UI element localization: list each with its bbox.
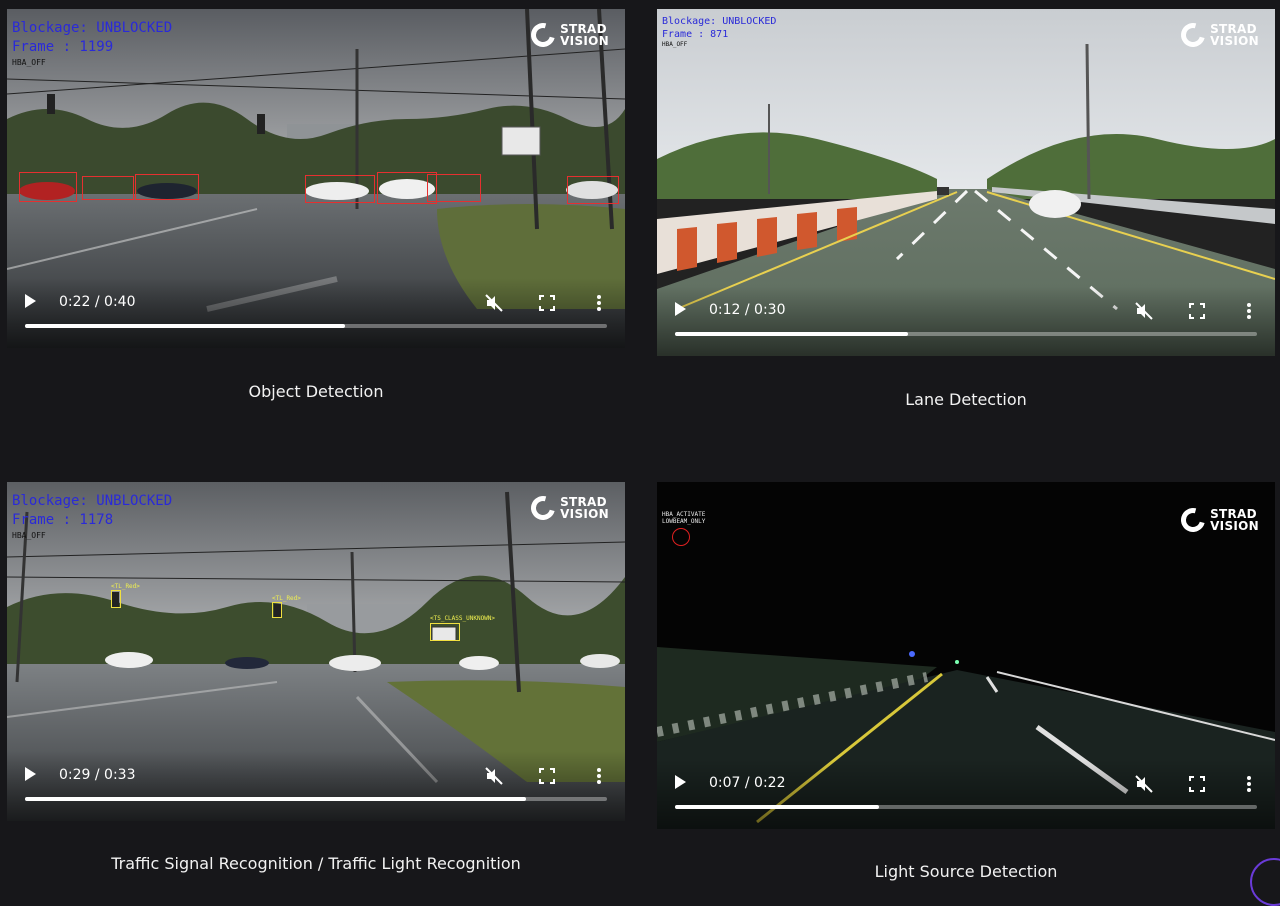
more-options-icon[interactable] xyxy=(1247,776,1251,792)
progress-fill xyxy=(25,324,345,328)
stradvision-logo: STRADVISION xyxy=(1181,23,1259,47)
more-options-icon[interactable] xyxy=(1247,303,1251,319)
detection-box xyxy=(427,174,481,202)
fullscreen-icon[interactable] xyxy=(539,768,555,784)
stradvision-logo: STRADVISION xyxy=(1181,508,1259,532)
detection-box xyxy=(19,172,77,202)
blockage-status: Blockage: UNBLOCKED xyxy=(662,17,776,27)
traffic-light-label: <TL_Red> xyxy=(272,595,301,602)
video-caption: Light Source Detection xyxy=(657,862,1275,881)
logo-icon xyxy=(527,492,560,525)
logo-icon xyxy=(527,19,560,52)
video-caption: Lane Detection xyxy=(657,390,1275,409)
video-player[interactable]: Blockage: UNBLOCKED Frame : 871 HBA_OFF … xyxy=(657,9,1275,356)
video-player[interactable]: <TL_Red> <TL_Red> <TS_CLASS_UNKNOWN> Blo… xyxy=(7,482,625,821)
traffic-sign-box xyxy=(430,623,460,641)
progress-bar[interactable] xyxy=(675,805,1257,809)
detection-box xyxy=(135,174,199,200)
video-player[interactable]: Blockage: UNBLOCKED Frame : 1199 HBA_OFF… xyxy=(7,9,625,348)
fullscreen-icon[interactable] xyxy=(1189,303,1205,319)
progress-fill xyxy=(25,797,526,801)
detection-box xyxy=(82,176,134,200)
mute-icon[interactable] xyxy=(484,293,504,313)
time-display: 0:07 / 0:22 xyxy=(709,775,786,791)
time-display: 0:12 / 0:30 xyxy=(709,302,786,318)
play-icon[interactable] xyxy=(25,294,36,308)
traffic-light-box xyxy=(111,590,121,608)
play-icon[interactable] xyxy=(25,767,36,781)
traffic-light-box xyxy=(272,602,282,618)
beam-status: LOWBEAM_ONLY xyxy=(662,519,705,525)
logo-icon xyxy=(1177,504,1210,537)
mute-icon[interactable] xyxy=(484,766,504,786)
more-options-icon[interactable] xyxy=(597,768,601,784)
video-controls: 0:07 / 0:22 xyxy=(657,759,1275,829)
play-icon[interactable] xyxy=(675,302,686,316)
frame-counter: Frame : 1178 xyxy=(12,513,113,527)
detection-box xyxy=(305,175,375,203)
blockage-status: Blockage: UNBLOCKED xyxy=(12,21,172,35)
time-display: 0:22 / 0:40 xyxy=(59,294,136,310)
blockage-status: Blockage: UNBLOCKED xyxy=(12,494,172,508)
stradvision-logo: STRADVISION xyxy=(531,496,609,520)
detection-circle xyxy=(672,528,690,546)
video-controls: 0:12 / 0:30 xyxy=(657,286,1275,356)
hba-status: HBA_OFF xyxy=(12,532,46,540)
hba-status: HBA_OFF xyxy=(12,59,46,67)
progress-bar[interactable] xyxy=(25,797,607,801)
logo-icon xyxy=(1177,19,1210,52)
frame-counter: Frame : 871 xyxy=(662,30,728,40)
mute-icon[interactable] xyxy=(1134,774,1154,794)
detection-box xyxy=(567,176,619,204)
video-player[interactable]: HBA_ACTIVATE LOWBEAM_ONLY STRADVISION 0:… xyxy=(657,482,1275,829)
frame-counter: Frame : 1199 xyxy=(12,40,113,54)
progress-fill xyxy=(675,805,879,809)
traffic-light-label: <TL_Red> xyxy=(111,583,140,590)
mute-icon[interactable] xyxy=(1134,301,1154,321)
stradvision-logo: STRADVISION xyxy=(531,23,609,47)
progress-bar[interactable] xyxy=(675,332,1257,336)
play-icon[interactable] xyxy=(675,775,686,789)
progress-fill xyxy=(675,332,908,336)
video-caption: Object Detection xyxy=(7,382,625,401)
fullscreen-icon[interactable] xyxy=(1189,776,1205,792)
more-options-icon[interactable] xyxy=(597,295,601,311)
fullscreen-icon[interactable] xyxy=(539,295,555,311)
video-controls: 0:29 / 0:33 xyxy=(7,751,625,821)
progress-bar[interactable] xyxy=(25,324,607,328)
video-caption: Traffic Signal Recognition / Traffic Lig… xyxy=(7,854,625,873)
hba-status: HBA_OFF xyxy=(662,42,687,48)
time-display: 0:29 / 0:33 xyxy=(59,767,136,783)
traffic-sign-label: <TS_CLASS_UNKNOWN> xyxy=(430,615,495,622)
video-controls: 0:22 / 0:40 xyxy=(7,278,625,348)
